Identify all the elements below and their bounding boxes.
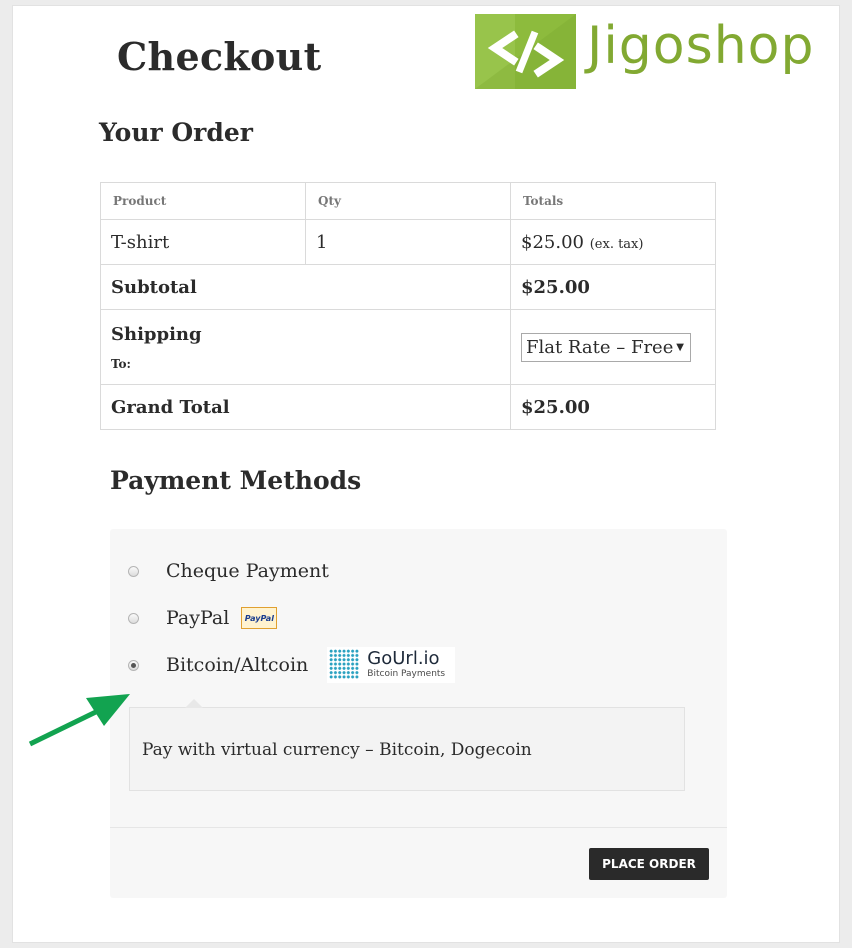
product-qty: 1 [305, 219, 511, 265]
payment-option-cheque[interactable]: Cheque Payment [128, 559, 329, 583]
payment-option-bitcoin[interactable]: Bitcoin/Altcoin GoUrl.io Bitcoin Payment… [128, 647, 456, 683]
gourl-dots-icon [329, 649, 360, 679]
your-order-heading: Your Order [99, 118, 253, 147]
column-header-totals: Totals [510, 182, 716, 220]
cheque-radio[interactable] [128, 565, 139, 577]
paypal-logo-icon: PayPal [241, 607, 278, 629]
payment-description: Pay with virtual currency – Bitcoin, Dog… [142, 740, 532, 760]
green-arrow-icon [28, 694, 130, 747]
grand-total-value: $25.00 [510, 384, 716, 430]
payment-option-paypal[interactable]: PayPal PayPal [128, 606, 278, 630]
logo-code-icon [475, 14, 576, 89]
column-header-qty: Qty [305, 182, 511, 220]
dropdown-arrow-icon: ▼ [676, 341, 684, 353]
subtotal-row: Subtotal $25.00 [100, 264, 716, 310]
gourl-logo-subtitle: Bitcoin Payments [367, 669, 446, 679]
page-title: Checkout [117, 34, 322, 79]
grand-total-label: Grand Total [100, 384, 511, 430]
table-row: T-shirt 1 $25.00 (ex. tax) [100, 219, 716, 265]
bitcoin-label[interactable]: Bitcoin/Altcoin [166, 654, 308, 676]
subtotal-value: $25.00 [510, 264, 716, 310]
payment-methods-box: Cheque Payment PayPal PayPal Bitcoin/Alt… [110, 529, 727, 898]
shipping-label: Shipping [111, 323, 202, 345]
column-header-product: Product [100, 182, 306, 220]
shipping-method-value: Flat Rate – Free [526, 336, 674, 358]
shipping-method-select[interactable]: Flat Rate – Free ▼ [521, 332, 691, 362]
subtotal-label: Subtotal [100, 264, 511, 310]
divider [110, 827, 727, 828]
order-table: Product Qty Totals T-shirt 1 $25.00 (ex.… [100, 182, 716, 430]
payment-methods-heading: Payment Methods [110, 466, 362, 495]
grand-total-row: Grand Total $25.00 [100, 384, 716, 430]
gourl-logo-name: GoUrl.io [367, 648, 440, 669]
table-header-row: Product Qty Totals [100, 182, 716, 220]
product-name: T-shirt [100, 219, 306, 265]
description-notch [185, 699, 203, 708]
product-total-value: $25.00 [521, 231, 584, 253]
tax-note: (ex. tax) [589, 236, 644, 252]
payment-description-box: Pay with virtual currency – Bitcoin, Dog… [129, 699, 685, 791]
shipping-to-label: To: [111, 356, 131, 371]
place-order-button[interactable]: PLACE ORDER [589, 848, 709, 880]
bitcoin-radio[interactable] [128, 659, 139, 671]
paypal-label[interactable]: PayPal [166, 607, 229, 629]
shipping-method-cell: Flat Rate – Free ▼ [510, 309, 716, 385]
shipping-row: Shipping To: Flat Rate – Free ▼ [100, 309, 716, 385]
cheque-label[interactable]: Cheque Payment [166, 560, 329, 582]
gourl-logo: GoUrl.io Bitcoin Payments [327, 647, 456, 683]
logo-text: Jigoshop [587, 16, 815, 76]
checkout-page: Checkout Jigoshop Your Order Product Qty… [12, 5, 840, 943]
shipping-cell: Shipping To: [100, 309, 511, 385]
paypal-radio[interactable] [128, 612, 139, 624]
product-total: $25.00 (ex. tax) [510, 219, 716, 265]
